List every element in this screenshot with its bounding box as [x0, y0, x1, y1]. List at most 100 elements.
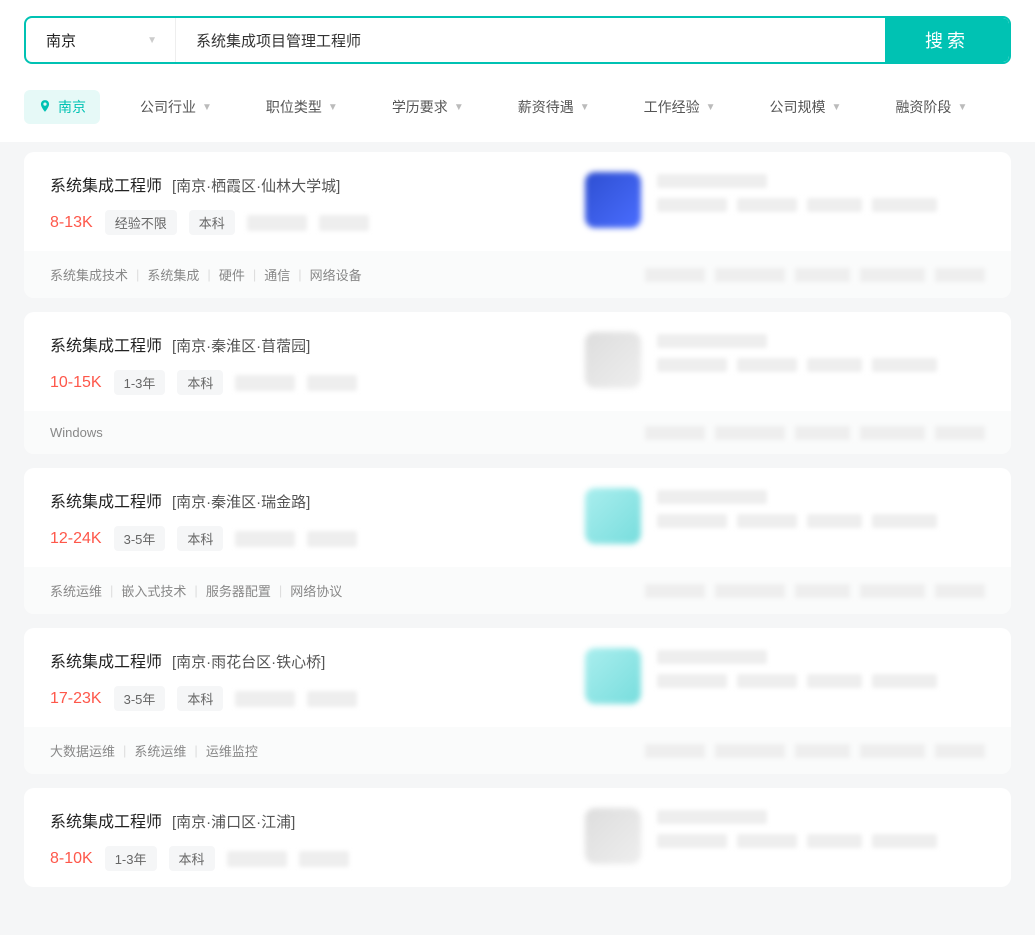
company-side — [585, 172, 985, 235]
job-left: 系统集成工程师 [南京·栖霞区·仙林大学城] 8-13K 经验不限 本科 — [50, 172, 585, 235]
blurred-info — [247, 215, 307, 231]
blurred-row — [657, 674, 985, 688]
blurred-info — [657, 674, 727, 688]
job-experience-pill: 1-3年 — [114, 370, 166, 395]
blurred-info — [860, 268, 925, 282]
job-meta: 12-24K 3-5年 本科 — [50, 526, 585, 551]
blurred-company-name — [657, 174, 767, 188]
blurred-company-name — [657, 490, 767, 504]
blurred-info — [715, 426, 785, 440]
blurred-info — [872, 198, 937, 212]
company-logo[interactable] — [585, 808, 641, 864]
filter-jobtype[interactable]: 职位类型▼ — [252, 90, 352, 124]
job-tag: 网络协议 — [290, 581, 342, 600]
blurred-info — [737, 358, 797, 372]
tag-separator: | — [194, 743, 197, 758]
blurred-info — [860, 584, 925, 598]
search-input[interactable] — [176, 18, 885, 62]
job-card[interactable]: 系统集成工程师 [南京·浦口区·江浦] 8-10K 1-3年 本科 — [24, 788, 1011, 887]
job-title[interactable]: 系统集成工程师 — [50, 488, 162, 512]
search-button[interactable]: 搜索 — [885, 18, 1009, 62]
job-tags: 大数据运维|系统运维|运维监控 — [50, 741, 258, 760]
blurred-info — [235, 691, 295, 707]
filter-salary[interactable]: 薪资待遇▼ — [504, 90, 604, 124]
company-info — [657, 172, 985, 235]
company-side — [585, 808, 985, 871]
job-tag: 系统集成技术 — [50, 265, 128, 284]
job-bottom: 系统运维|嵌入式技术|服务器配置|网络协议 — [24, 567, 1011, 614]
job-title[interactable]: 系统集成工程师 — [50, 332, 162, 356]
chevron-down-icon: ▼ — [147, 35, 157, 46]
job-top: 系统集成工程师 [南京·雨花台区·铁心桥] 17-23K 3-5年 本科 — [24, 628, 1011, 727]
blurred-info — [872, 514, 937, 528]
blurred-info — [307, 691, 357, 707]
company-logo[interactable] — [585, 332, 641, 388]
job-top: 系统集成工程师 [南京·栖霞区·仙林大学城] 8-13K 经验不限 本科 — [24, 152, 1011, 251]
job-tag: 网络设备 — [310, 265, 362, 284]
filter-industry[interactable]: 公司行业▼ — [126, 90, 226, 124]
job-card[interactable]: 系统集成工程师 [南京·雨花台区·铁心桥] 17-23K 3-5年 本科 — [24, 628, 1011, 774]
job-salary: 17-23K — [50, 690, 102, 708]
filter-city-active[interactable]: 南京 — [24, 90, 100, 124]
blurred-info — [235, 531, 295, 547]
job-salary: 8-10K — [50, 850, 93, 868]
blurred-info — [872, 674, 937, 688]
job-card[interactable]: 系统集成工程师 [南京·栖霞区·仙林大学城] 8-13K 经验不限 本科 — [24, 152, 1011, 298]
chevron-down-icon: ▼ — [706, 102, 716, 113]
company-info — [657, 488, 985, 551]
blurred-info — [737, 198, 797, 212]
chevron-down-icon: ▼ — [957, 102, 967, 113]
filter-experience[interactable]: 工作经验▼ — [630, 90, 730, 124]
blurred-info — [807, 674, 862, 688]
job-title-row: 系统集成工程师 [南京·浦口区·江浦] — [50, 808, 585, 832]
job-tag: 嵌入式技术 — [121, 581, 186, 600]
company-info — [657, 648, 985, 711]
company-info — [657, 332, 985, 395]
blurred-info — [307, 375, 357, 391]
filter-company-size[interactable]: 公司规模▼ — [756, 90, 856, 124]
blurred-info — [307, 531, 357, 547]
blurred-info — [872, 834, 937, 848]
company-logo[interactable] — [585, 488, 641, 544]
blurred-row — [657, 514, 985, 528]
blurred-info — [235, 375, 295, 391]
tag-separator: | — [207, 267, 210, 282]
filter-education[interactable]: 学历要求▼ — [378, 90, 478, 124]
job-title[interactable]: 系统集成工程师 — [50, 648, 162, 672]
job-left: 系统集成工程师 [南京·雨花台区·铁心桥] 17-23K 3-5年 本科 — [50, 648, 585, 711]
blurred-info — [795, 426, 850, 440]
job-top: 系统集成工程师 [南京·秦淮区·苜蓿园] 10-15K 1-3年 本科 — [24, 312, 1011, 411]
job-tags: Windows — [50, 425, 103, 440]
blurred-info — [795, 584, 850, 598]
blurred-company-name — [657, 334, 767, 348]
job-title[interactable]: 系统集成工程师 — [50, 808, 162, 832]
blurred-info — [715, 584, 785, 598]
city-selector[interactable]: 南京 ▼ — [26, 18, 176, 62]
job-location: [南京·秦淮区·瑞金路] — [172, 491, 310, 512]
blurred-info — [807, 198, 862, 212]
job-card[interactable]: 系统集成工程师 [南京·秦淮区·苜蓿园] 10-15K 1-3年 本科 — [24, 312, 1011, 454]
company-logo[interactable] — [585, 172, 641, 228]
job-title-row: 系统集成工程师 [南京·秦淮区·苜蓿园] — [50, 332, 585, 356]
blurred-info — [715, 744, 785, 758]
job-tag: 运维监控 — [206, 741, 258, 760]
job-title-row: 系统集成工程师 [南京·栖霞区·仙林大学城] — [50, 172, 585, 196]
tag-separator: | — [110, 583, 113, 598]
job-list: 系统集成工程师 [南京·栖霞区·仙林大学城] 8-13K 经验不限 本科 — [0, 142, 1035, 897]
job-tags: 系统集成技术|系统集成|硬件|通信|网络设备 — [50, 265, 362, 284]
blurred-row — [657, 834, 985, 848]
job-tag: 系统运维 — [134, 741, 186, 760]
company-logo[interactable] — [585, 648, 641, 704]
job-education-pill: 本科 — [189, 210, 235, 235]
search-box: 南京 ▼ 搜索 — [24, 16, 1011, 64]
blurred-row — [645, 584, 985, 598]
job-card[interactable]: 系统集成工程师 [南京·秦淮区·瑞金路] 12-24K 3-5年 本科 — [24, 468, 1011, 614]
tag-separator: | — [194, 583, 197, 598]
filter-funding[interactable]: 融资阶段▼ — [881, 90, 981, 124]
blurred-row — [645, 744, 985, 758]
tag-separator: | — [136, 267, 139, 282]
job-title[interactable]: 系统集成工程师 — [50, 172, 162, 196]
blurred-info — [657, 514, 727, 528]
blurred-info — [657, 358, 727, 372]
job-experience-pill: 3-5年 — [114, 686, 166, 711]
